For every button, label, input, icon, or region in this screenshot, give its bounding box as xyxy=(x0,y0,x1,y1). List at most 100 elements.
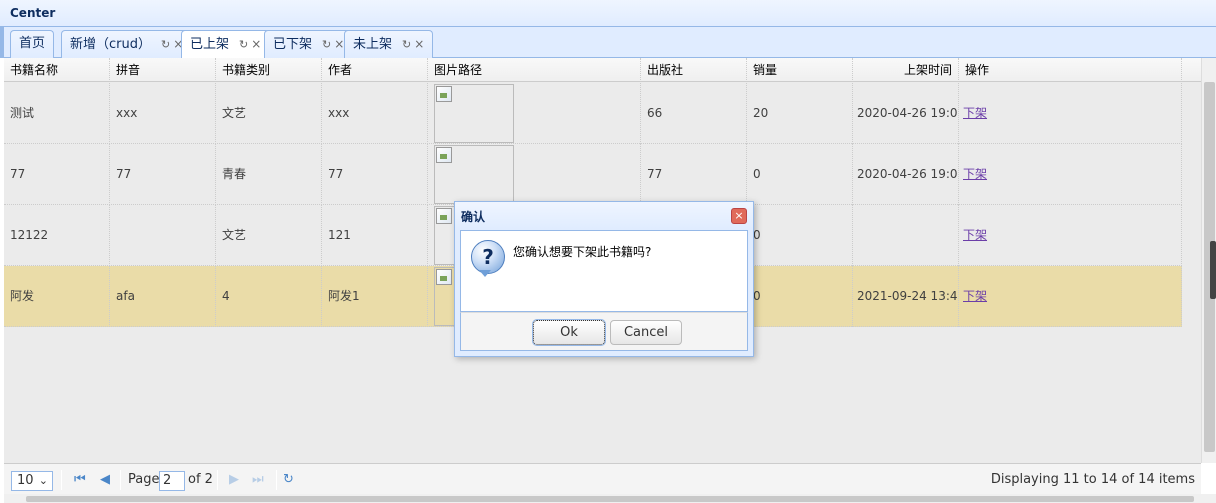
column-header[interactable]: 书籍名称 xyxy=(4,58,110,82)
scrollbar-thumb[interactable] xyxy=(26,496,1194,502)
cell-category: 4 xyxy=(216,266,322,327)
page-total-label: of 2 xyxy=(188,472,213,487)
page-size-select[interactable]: 10 ⌄ xyxy=(11,471,53,491)
cell-action: 下架 xyxy=(959,266,1182,327)
page-size-value: 10 xyxy=(17,473,34,488)
cell-pinyin: 77 xyxy=(110,144,216,205)
cell-name: 12122 xyxy=(4,205,110,266)
tab-label: 首页 xyxy=(19,36,46,51)
question-icon: ? xyxy=(471,240,505,277)
side-handle[interactable] xyxy=(1210,241,1216,299)
table-row[interactable]: 77 77 青春 77 77 0 2020-04-26 19:05 下架 xyxy=(4,144,1182,205)
cell-image xyxy=(428,83,641,144)
column-header[interactable]: 书籍类别 xyxy=(216,58,322,82)
table-row[interactable]: 测试 xxx 文艺 xxx 66 20 2020-04-26 19:04 下架 xyxy=(4,83,1182,144)
last-page-icon[interactable]: ⏭ xyxy=(252,472,264,487)
prev-page-icon[interactable]: ◀ xyxy=(100,472,110,487)
cell-pinyin: afa xyxy=(110,266,216,327)
separator xyxy=(276,470,277,490)
cell-name: 77 xyxy=(4,144,110,205)
cell-name: 阿发 xyxy=(4,266,110,327)
cell-time: 2021-09-24 13:46 xyxy=(853,266,959,327)
panel-title: Center xyxy=(10,6,56,20)
dialog-header: 确认 × xyxy=(455,202,753,229)
grid-header: 书籍名称 拼音 书籍类别 作者 图片路径 出版社 销量 上架时间 操作 xyxy=(4,58,1201,82)
refresh-icon[interactable]: ↻ xyxy=(239,38,248,51)
refresh-icon[interactable]: ↻ xyxy=(161,38,170,51)
close-icon[interactable]: × xyxy=(251,37,261,51)
column-header[interactable]: 上架时间 xyxy=(853,58,959,82)
cell-sales: 0 xyxy=(747,266,853,327)
cell-publisher: 66 xyxy=(641,83,747,144)
cell-author: 阿发1 xyxy=(322,266,428,327)
tab-label: 未上架 xyxy=(353,37,393,52)
cell-category: 文艺 xyxy=(216,83,322,144)
column-header[interactable]: 出版社 xyxy=(641,58,747,82)
column-header[interactable]: 销量 xyxy=(747,58,853,82)
cell-action: 下架 xyxy=(959,144,1182,205)
horizontal-scrollbar[interactable] xyxy=(4,494,1216,503)
tab-on-shelf[interactable]: 已上架 ↻ × xyxy=(181,30,271,59)
cell-sales: 0 xyxy=(747,144,853,205)
page-label: Page xyxy=(128,472,160,487)
column-header[interactable]: 图片路径 xyxy=(428,58,641,82)
unshelve-link[interactable]: 下架 xyxy=(963,228,987,242)
cell-sales: 20 xyxy=(747,83,853,144)
panel-header: Center xyxy=(0,0,1216,27)
ok-button[interactable]: Ok xyxy=(532,319,606,346)
tab-bar: 首页 新增（crud） ↻ × 已上架 ↻ × 已下架 ↻ × 未上架 ↻ × xyxy=(0,27,1216,59)
cell-author: 77 xyxy=(322,144,428,205)
broken-image-icon xyxy=(434,84,514,143)
column-header[interactable]: 拼音 xyxy=(110,58,216,82)
close-icon[interactable]: × xyxy=(731,208,747,224)
cancel-button[interactable]: Cancel xyxy=(610,320,682,345)
unshelve-link[interactable]: 下架 xyxy=(963,289,987,303)
cell-sales: 0 xyxy=(747,205,853,266)
tab-add-crud[interactable]: 新增（crud） ↻ × xyxy=(61,30,193,58)
cell-author: 121 xyxy=(322,205,428,266)
confirm-dialog: 确认 × ? 您确认想要下架此书籍吗? Ok Cancel xyxy=(454,201,754,357)
refresh-icon[interactable]: ↻ xyxy=(322,38,331,51)
tab-home[interactable]: 首页 xyxy=(10,30,55,58)
cell-action: 下架 xyxy=(959,83,1182,144)
column-header[interactable]: 操作 xyxy=(959,58,1182,82)
cell-action: 下架 xyxy=(959,205,1182,266)
unshelve-link[interactable]: 下架 xyxy=(963,106,987,120)
dialog-footer: Ok Cancel xyxy=(460,312,748,351)
display-info: Displaying 11 to 14 of 14 items xyxy=(990,472,1195,487)
separator xyxy=(120,470,121,490)
column-header[interactable]: 作者 xyxy=(322,58,428,82)
cell-pinyin: xxx xyxy=(110,83,216,144)
cell-image xyxy=(428,144,641,205)
cell-author: xxx xyxy=(322,83,428,144)
separator xyxy=(217,470,218,490)
broken-image-icon xyxy=(434,145,514,204)
tab-not-shelved[interactable]: 未上架 ↻ × xyxy=(344,30,434,58)
chevron-down-icon: ⌄ xyxy=(38,474,48,487)
dialog-title: 确认 xyxy=(461,210,486,224)
pagination-bar: 10 ⌄ ⏮ ◀ Page 2 of 2 ▶ ⏭ ↻ Displaying 11… xyxy=(4,463,1201,494)
tab-off-shelf[interactable]: 已下架 ↻ × xyxy=(264,30,354,58)
cell-name: 测试 xyxy=(4,83,110,144)
tab-label: 已上架 xyxy=(190,37,230,52)
tab-label: 已下架 xyxy=(273,37,313,52)
unshelve-link[interactable]: 下架 xyxy=(963,167,987,181)
cell-time: 2020-04-26 19:05 xyxy=(853,144,959,205)
next-page-icon[interactable]: ▶ xyxy=(229,472,239,487)
cell-category: 文艺 xyxy=(216,205,322,266)
tab-label: 新增（crud） xyxy=(70,37,151,52)
first-page-icon[interactable]: ⏮ xyxy=(74,472,86,487)
close-icon[interactable]: × xyxy=(334,37,344,51)
cell-category: 青春 xyxy=(216,144,322,205)
refresh-icon[interactable]: ↻ xyxy=(402,38,411,51)
separator xyxy=(61,470,62,490)
cell-time: 2020-04-26 19:04 xyxy=(853,83,959,144)
dialog-body: ? 您确认想要下架此书籍吗? xyxy=(460,230,748,312)
refresh-icon[interactable]: ↻ xyxy=(283,472,294,487)
cell-pinyin xyxy=(110,205,216,266)
close-icon[interactable]: × xyxy=(414,37,424,51)
cell-publisher: 77 xyxy=(641,144,747,205)
dialog-message: 您确认想要下架此书籍吗? xyxy=(513,245,652,259)
cell-time xyxy=(853,205,959,266)
page-number-input[interactable]: 2 xyxy=(159,471,185,491)
